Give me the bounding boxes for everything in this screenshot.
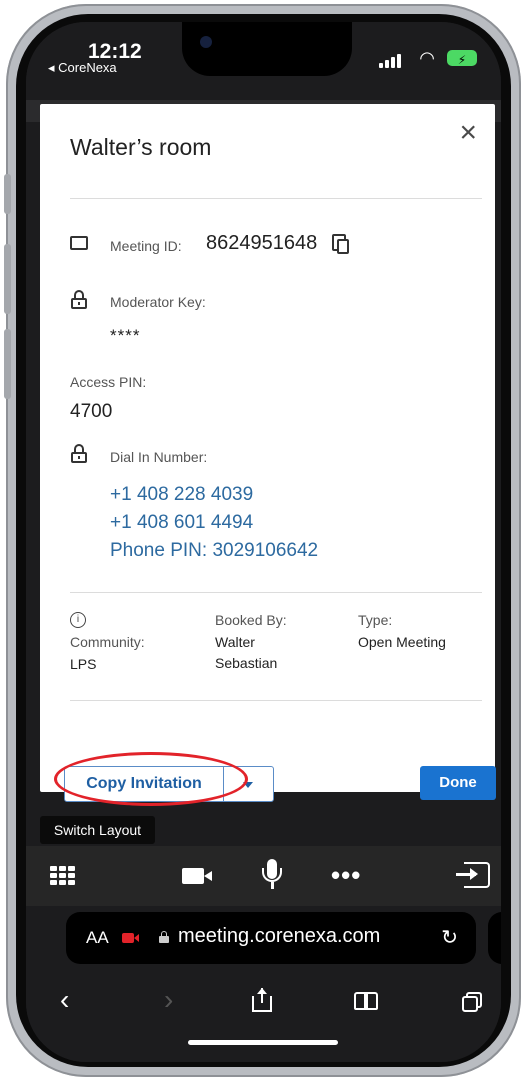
lock-icon [71,444,87,463]
microphone-base [271,882,274,889]
dial-in-number-1[interactable]: +1 408 228 4039 [110,484,253,506]
bookmarks-icon[interactable] [354,992,380,1010]
type-label: Type: [358,612,393,628]
type-value: Open Meeting [358,634,446,650]
address-bar[interactable]: AA meeting.corenexa.com ↻ [66,912,476,964]
back-to-app-link[interactable]: ◂ CoreNexa [48,60,117,76]
camera-icon [200,36,212,48]
copy-icon[interactable] [332,234,349,254]
tabs-icon[interactable] [462,992,484,1014]
phone-screen: 12:12 ◂ CoreNexa ◠ ⚡ × Walter’s room Mee… [26,22,501,1062]
safari-toolbar: AA meeting.corenexa.com ↻ ‹ › [26,906,501,1062]
layout-grid-icon[interactable] [50,866,76,886]
volume-up-button [4,244,11,314]
booked-by-last-name: Sebastian [215,655,278,671]
meeting-id-label: Meeting ID: [110,238,182,254]
dial-in-phone-pin[interactable]: Phone PIN: 3029106642 [110,540,318,562]
moderator-key-label: Moderator Key: [110,294,206,310]
next-tab-edge[interactable] [488,912,501,964]
copy-invitation-button[interactable]: Copy Invitation [64,766,224,802]
share-icon[interactable] [252,988,272,1012]
status-bar: 12:12 ◂ CoreNexa ◠ ⚡ [26,22,501,100]
room-title: Walter’s room [70,134,212,160]
more-options-icon[interactable]: ••• [331,860,361,891]
wifi-icon: ◠ [419,48,435,68]
divider [70,592,482,593]
notch [182,22,352,76]
reload-icon[interactable]: ↻ [441,925,458,950]
meeting-id-icon [70,236,88,250]
battery-charging-icon: ⚡ [447,50,477,67]
url-text[interactable]: meeting.corenexa.com [178,925,380,948]
booked-by-first-name: Walter [215,634,255,650]
mute-switch [4,174,11,214]
divider [70,198,482,199]
done-button[interactable]: Done [420,766,496,800]
meeting-details-dialog: × Walter’s room Meeting ID: 8624951648 M… [40,104,496,806]
cellular-signal-icon [379,54,403,68]
back-icon[interactable]: ‹ [60,984,69,1016]
video-camera-icon[interactable] [182,868,212,884]
access-pin-label: Access PIN: [70,374,147,390]
divider [70,700,482,701]
dial-in-label: Dial In Number: [110,449,208,465]
meeting-toolbar: ••• [26,846,501,906]
dial-in-number-2[interactable]: +1 408 601 4494 [110,512,253,534]
leave-arrow [456,868,478,880]
reader-options-button[interactable]: AA [86,928,109,948]
recording-camera-icon [122,933,139,943]
switch-layout-tooltip: Switch Layout [40,816,155,844]
microphone-stand [262,868,282,882]
padlock-icon [159,931,169,943]
access-pin-value: 4700 [70,401,113,422]
home-indicator[interactable] [188,1040,338,1045]
community-value: LPS [70,656,97,672]
community-label: Community: [70,634,145,650]
volume-down-button [4,329,11,399]
close-icon[interactable]: × [459,118,477,148]
copy-options-dropdown-button[interactable] [224,766,274,802]
booked-by-label: Booked By: [215,612,287,628]
moderator-key-value: **** [110,326,141,345]
lock-icon [71,290,87,309]
info-icon: i [70,612,86,628]
forward-icon: › [164,984,174,1015]
meeting-id-value: 8624951648 [206,232,318,254]
